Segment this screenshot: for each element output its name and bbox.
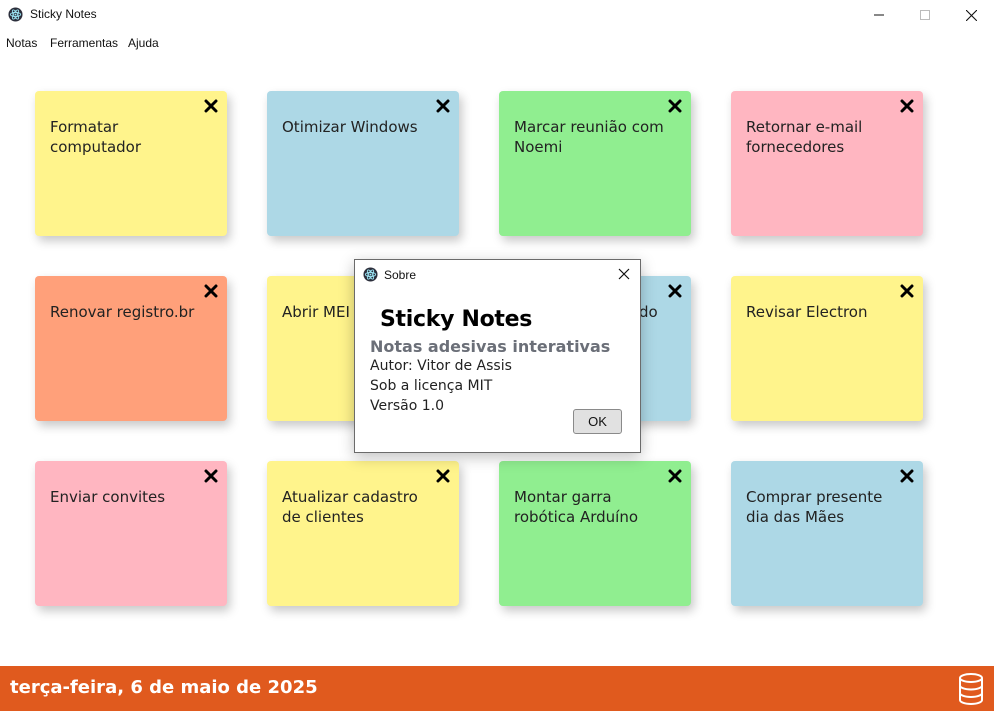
sticky-note[interactable]: Atualizar cadastro de clientes — [267, 461, 459, 606]
maximize-icon — [920, 10, 930, 20]
about-app-name: Sticky Notes — [380, 307, 533, 332]
current-date: terça-feira, 6 de maio de 2025 — [10, 677, 318, 698]
note-text[interactable]: Formatar computador — [50, 117, 207, 157]
ok-button[interactable]: OK — [573, 409, 622, 434]
note-text[interactable]: Marcar reunião com Noemi — [514, 117, 671, 157]
close-icon — [965, 9, 977, 21]
sticky-note[interactable]: Formatar computador — [35, 91, 227, 236]
title-bar: Sticky Notes — [0, 0, 994, 30]
sticky-note[interactable]: Retornar e-mail fornecedores — [731, 91, 923, 236]
electron-logo-icon — [8, 7, 23, 22]
note-text[interactable]: Revisar Electron — [746, 302, 903, 322]
delete-note-icon[interactable] — [668, 99, 682, 113]
about-author: Autor: Vitor de Assis — [370, 358, 512, 374]
delete-note-icon[interactable] — [204, 469, 218, 483]
footer-bar: terça-feira, 6 de maio de 2025 — [0, 666, 994, 711]
sticky-note[interactable]: Marcar reunião com Noemi — [499, 91, 691, 236]
delete-note-icon[interactable] — [204, 99, 218, 113]
about-subtitle: Notas adesivas interativas — [370, 337, 611, 356]
delete-note-icon[interactable] — [204, 284, 218, 298]
about-license: Sob a licença MIT — [370, 378, 493, 394]
electron-logo-icon — [363, 267, 378, 282]
minimize-icon — [874, 14, 884, 16]
about-dialog: Sobre Sticky Notes Notas adesivas intera… — [354, 259, 641, 453]
note-text[interactable]: Retornar e-mail fornecedores — [746, 117, 903, 157]
sticky-note[interactable]: Revisar Electron — [731, 276, 923, 421]
minimize-button[interactable] — [856, 0, 902, 30]
sticky-note[interactable]: Comprar presente dia das Mães — [731, 461, 923, 606]
note-text[interactable]: Otimizar Windows — [282, 117, 439, 137]
menu-notas[interactable]: Notas — [6, 36, 37, 50]
note-text[interactable]: Renovar registro.br — [50, 302, 207, 322]
close-window-button[interactable] — [948, 0, 994, 30]
maximize-button[interactable] — [902, 0, 948, 30]
delete-note-icon[interactable] — [900, 99, 914, 113]
delete-note-icon[interactable] — [668, 284, 682, 298]
note-text[interactable]: Comprar presente dia das Mães — [746, 487, 903, 527]
delete-note-icon[interactable] — [436, 99, 450, 113]
note-text[interactable]: Montar garra robótica Arduíno — [514, 487, 671, 527]
delete-note-icon[interactable] — [668, 469, 682, 483]
sticky-note[interactable]: Renovar registro.br — [35, 276, 227, 421]
sticky-note[interactable]: Montar garra robótica Arduíno — [499, 461, 691, 606]
note-text[interactable]: Enviar convites — [50, 487, 207, 507]
menu-bar: Notas Ferramentas Ajuda — [0, 30, 994, 54]
menu-ferramentas[interactable]: Ferramentas — [50, 36, 118, 50]
about-version: Versão 1.0 — [370, 398, 445, 414]
delete-note-icon[interactable] — [436, 469, 450, 483]
menu-ajuda[interactable]: Ajuda — [128, 36, 159, 50]
note-text[interactable]: Atualizar cadastro de clientes — [282, 487, 439, 527]
sticky-note[interactable]: Enviar convites — [35, 461, 227, 606]
database-icon[interactable] — [956, 672, 986, 706]
dialog-title: Sobre — [384, 268, 417, 282]
close-icon[interactable] — [617, 267, 631, 281]
sticky-note[interactable]: Otimizar Windows — [267, 91, 459, 236]
window-title: Sticky Notes — [30, 7, 97, 21]
delete-note-icon[interactable] — [900, 284, 914, 298]
delete-note-icon[interactable] — [900, 469, 914, 483]
